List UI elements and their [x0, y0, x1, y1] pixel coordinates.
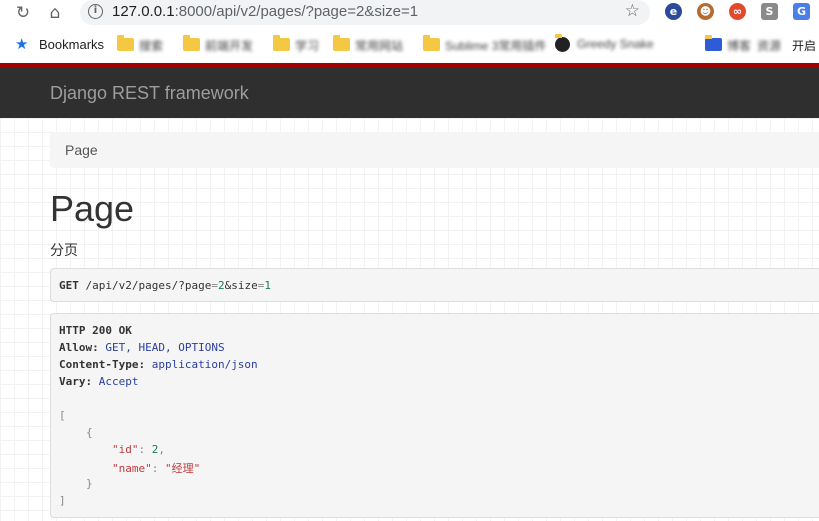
request-size-param: &size [224, 279, 258, 292]
header-allow-value: GET, HEAD, OPTIONS [105, 341, 225, 354]
folder-icon [183, 35, 200, 51]
header-content-type-value: application/json [151, 358, 258, 371]
url-rest: :8000/api/v2/pages/?page=2&size=1 [174, 3, 419, 20]
request-size-value: 1 [264, 279, 271, 292]
extension-e-icon[interactable]: e [665, 3, 682, 20]
bookmarks-label[interactable]: Bookmarks [39, 37, 104, 52]
folder-icon [273, 35, 290, 51]
json-open-brace: { [86, 426, 93, 439]
site-icon [705, 35, 722, 51]
browser-toolbar: ↻ ⌂ i 127.0.0.1:8000/api/v2/pages/?page=… [0, 0, 819, 26]
request-line: GET /api/v2/pages/?page=2&size=1 [59, 279, 271, 292]
url-host: 127.0.0.1 [112, 3, 175, 20]
folder-icon [423, 35, 440, 51]
page-content: Page Page 分页 GET /api/v2/pages/?page=2&s… [0, 118, 819, 521]
header-content-type-key: Content-Type: [59, 358, 146, 371]
json-close-brace: } [86, 477, 93, 490]
request-eq: = [211, 279, 218, 292]
response-info: HTTP 200 OK Allow: GET, HEAD, OPTIONS Co… [50, 313, 819, 518]
json-id-key: "id" [112, 443, 139, 456]
bookmark-label: 学习 [295, 39, 320, 53]
bookmark-end-label[interactable]: 开启 [792, 37, 816, 54]
bookmark-label: 前端开发 [205, 39, 254, 53]
json-close-bracket: ] [59, 494, 66, 507]
folder-icon [117, 35, 134, 51]
json-name-key: "name" [112, 462, 152, 475]
translate-icon[interactable]: G [793, 3, 810, 20]
extension-monkey-icon[interactable]: ☻ [697, 3, 714, 20]
github-icon [555, 34, 570, 52]
extension-infinity-icon[interactable]: ∞ [729, 3, 746, 20]
response-status: HTTP 200 OK [59, 324, 132, 337]
request-path: /api/v2/pages/?page [85, 279, 212, 292]
page-title: Page [50, 188, 135, 229]
header-allow-key: Allow: [59, 341, 99, 354]
header-vary-value: Accept [98, 375, 139, 388]
bookmark-label: 搜索 [139, 39, 164, 53]
folder-icon [333, 35, 350, 51]
request-info: GET /api/v2/pages/?page=2&size=1 [50, 268, 819, 302]
header-allow: Allow: GET, HEAD, OPTIONS [59, 341, 225, 354]
address-bar[interactable]: i 127.0.0.1:8000/api/v2/pages/?page=2&si… [80, 0, 650, 25]
extension-s-icon[interactable]: S [761, 3, 778, 20]
reload-icon[interactable]: ↻ [12, 2, 34, 24]
header-content-type: Content-Type: application/json [59, 358, 258, 371]
json-id-line: "id": 2, [112, 443, 165, 456]
request-page-value: 2 [217, 279, 225, 292]
request-method: GET [59, 279, 79, 292]
home-icon[interactable]: ⌂ [44, 2, 66, 24]
bookmark-label: 常用网站 [355, 39, 404, 53]
page-description: 分页 [50, 242, 78, 258]
bookmark-label: 资源 [757, 39, 782, 53]
bookmark-label: 博客 [727, 39, 752, 53]
bookmarks-bar: ★ Bookmarks 搜索 前端开发 学习 常用网站 Sublime 3常用插… [0, 30, 819, 60]
bookmark-label: Sublime 3常用插件 [445, 39, 547, 53]
breadcrumb-item[interactable]: Page [65, 142, 98, 158]
bookmark-star-icon[interactable]: ☆ [625, 1, 640, 21]
bookmarks-star-icon: ★ [15, 35, 29, 53]
navbar: Django REST framework [0, 68, 819, 118]
navbar-brand[interactable]: Django REST framework [50, 83, 249, 104]
bookmark-label: Greedy Snake [577, 37, 654, 51]
header-vary: Vary: Accept [59, 375, 139, 388]
info-icon[interactable]: i [88, 4, 103, 19]
header-vary-key: Vary: [59, 375, 93, 388]
breadcrumb: Page [50, 132, 819, 168]
json-name-value: "经理" [165, 462, 201, 475]
json-name-line: "name": "经理" [112, 462, 201, 475]
url-text[interactable]: 127.0.0.1:8000/api/v2/pages/?page=2&size… [112, 3, 418, 20]
json-open-bracket: [ [59, 409, 66, 422]
